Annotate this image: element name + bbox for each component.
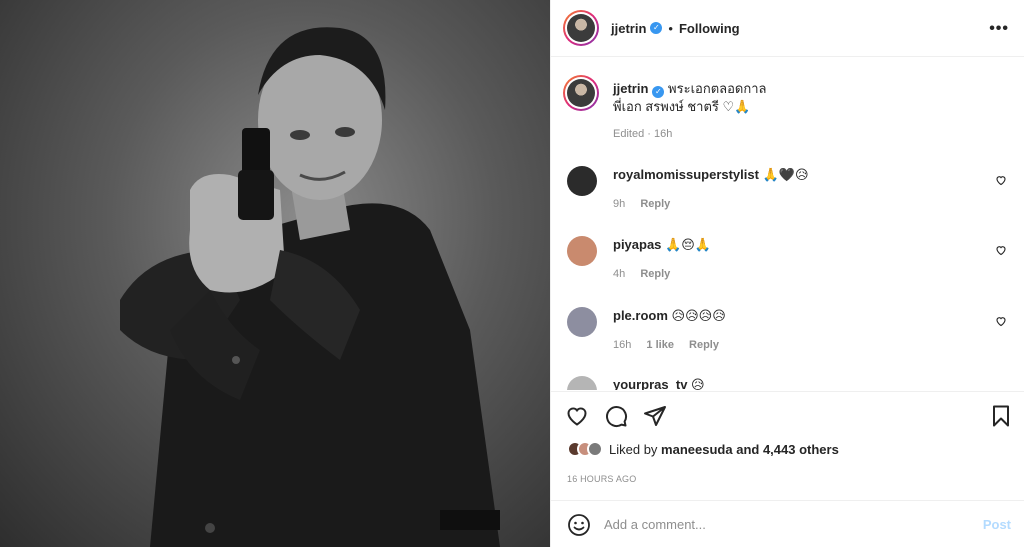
liker-avatar [587, 441, 603, 457]
comment-item-partial: yourpras_tv 😥 [567, 376, 1007, 390]
photo-illustration [120, 27, 500, 547]
comment-username[interactable]: royalmomissuperstylist [613, 167, 759, 182]
more-options-icon[interactable]: ••• [989, 20, 1009, 38]
comment-like-heart-icon[interactable] [995, 244, 1007, 256]
commenter-avatar[interactable] [567, 166, 597, 196]
reply-button[interactable]: Reply [689, 339, 719, 351]
heart-icon[interactable] [565, 404, 589, 428]
post-side-panel: jjetrin ✓ • Following ••• jjetrin ✓ พระเอ… [550, 0, 1024, 547]
caption-line2: พี่เอก สรพงษ์ ชาตรี ♡🙏 [613, 99, 751, 114]
bookmark-icon[interactable] [989, 404, 1013, 428]
comment-item: royalmomissuperstylist 🙏🖤😥 9h Reply [567, 166, 1007, 226]
action-bar [551, 391, 1024, 439]
comment-body: piyapas 🙏😔🙏 [613, 236, 711, 254]
comment-text: 🙏😔🙏 [665, 237, 711, 252]
caption-text: jjetrin ✓ พระเอกตลอดกาล พี่เอก สรพงษ์ ชาต… [613, 80, 766, 116]
comment-input[interactable] [604, 514, 974, 534]
comment-text: 🙏🖤😥 [762, 167, 809, 182]
comment-item: piyapas 🙏😔🙏 4h Reply [567, 236, 1007, 296]
comment-username[interactable]: piyapas [613, 237, 661, 252]
emoji-icon[interactable] [567, 513, 591, 537]
comment-username[interactable]: ple.room [613, 308, 668, 323]
caption-meta: Edited · 16h [613, 128, 673, 140]
post-header: jjetrin ✓ • Following ••• [551, 0, 1024, 57]
verified-badge-icon: ✓ [652, 86, 665, 98]
comment-text: 😥😥😥😥 [671, 308, 726, 323]
comment-body: royalmomissuperstylist 🙏🖤😥 [613, 166, 809, 184]
verified-badge-icon: ✓ [650, 22, 663, 34]
comment-body: yourpras_tv 😥 [613, 376, 705, 390]
comment-like-count[interactable]: 1 like [646, 339, 674, 351]
caption-username[interactable]: jjetrin [613, 81, 648, 96]
comment-item: ple.room 😥😥😥😥 16h 1 like Reply [567, 307, 1007, 367]
likes-prefix: Liked by [609, 441, 658, 457]
reply-button[interactable]: Reply [640, 268, 670, 280]
comment-username[interactable]: yourpras_tv [613, 377, 687, 390]
share-icon[interactable] [643, 404, 667, 428]
comment-icon[interactable] [604, 404, 628, 428]
comment-time: 4h [613, 268, 626, 280]
likes-summary: Liked by maneesuda and 4,443 others [567, 441, 839, 457]
comment-time: 9h [613, 198, 626, 210]
comment-text: 😥 [691, 377, 705, 390]
add-comment-bar: Post [551, 500, 1024, 547]
post-photo[interactable] [0, 0, 550, 547]
likes-others[interactable]: and 4,443 others [736, 442, 839, 457]
post-button[interactable]: Post [983, 517, 1011, 532]
comment-meta: 9h Reply [613, 198, 682, 210]
commenter-avatar[interactable] [567, 307, 597, 337]
caption-line1: พระเอกตลอดกาล [668, 81, 767, 96]
comment-meta: 4h Reply [613, 268, 682, 280]
author-username[interactable]: jjetrin [611, 21, 646, 36]
comment-meta: 16h 1 like Reply [613, 339, 731, 351]
following-button[interactable]: Following [679, 21, 740, 36]
commenter-avatar[interactable] [567, 236, 597, 266]
separator-dot: • [668, 20, 673, 36]
author-avatar[interactable] [563, 10, 599, 46]
comment-like-heart-icon[interactable] [995, 174, 1007, 186]
post-timestamp[interactable]: 16 HOURS AGO [567, 474, 636, 484]
likes-text: Liked by maneesuda and 4,443 others [609, 442, 839, 457]
liker-username[interactable]: maneesuda [661, 442, 733, 457]
comment-body: ple.room 😥😥😥😥 [613, 307, 726, 325]
instagram-post-view: jjetrin ✓ • Following ••• jjetrin ✓ พระเอ… [0, 0, 1024, 547]
reply-button[interactable]: Reply [640, 198, 670, 210]
commenter-avatar[interactable] [567, 376, 597, 390]
comment-time: 16h [613, 339, 632, 351]
caption-avatar[interactable] [563, 75, 599, 111]
comment-like-heart-icon[interactable] [995, 315, 1007, 327]
